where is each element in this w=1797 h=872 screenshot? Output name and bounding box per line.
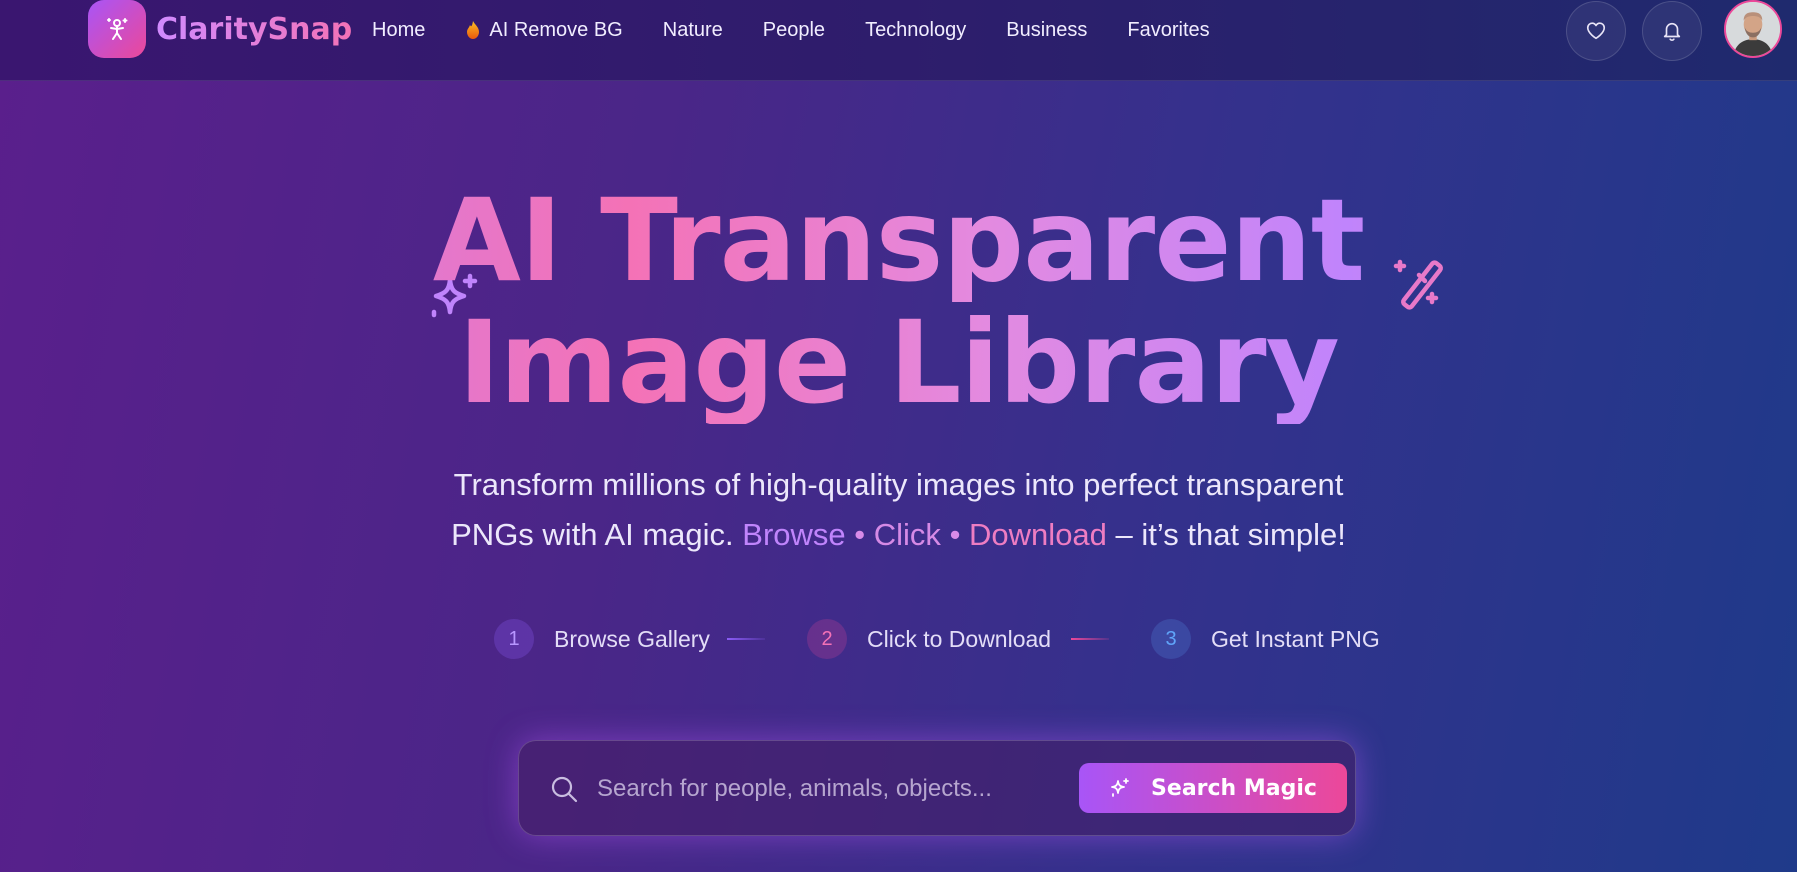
hero-subtitle-dot-2: • <box>949 517 961 552</box>
hero-subtitle-prefix: PNGs with AI magic. <box>451 517 734 552</box>
steps-row: 1 Browse Gallery 2 Click to Download 3 G… <box>0 618 1797 660</box>
step-number: 1 <box>494 619 534 659</box>
flame-icon <box>467 21 480 39</box>
step-1: 1 Browse Gallery <box>494 618 710 660</box>
nav-ai-remove-bg-label: AI Remove BG <box>489 18 623 41</box>
top-navbar: ClaritySnap Home AI Remove BG Nature Peo… <box>0 0 1797 81</box>
nav-business[interactable]: Business <box>1006 19 1087 42</box>
search-input[interactable] <box>597 767 1057 811</box>
search-bar: Search Magic <box>518 740 1356 836</box>
main-nav: Home AI Remove BG Nature People Technolo… <box>372 18 1250 42</box>
hero-title: AI Transparent Image Library <box>0 180 1797 424</box>
logo-badge[interactable] <box>88 0 146 58</box>
sparkles-icon <box>1111 778 1129 797</box>
hero-title-line-2: Image Library <box>0 302 1797 424</box>
magic-wand-icon <box>1393 259 1443 310</box>
nav-technology[interactable]: Technology <box>865 19 966 42</box>
nav-favorites[interactable]: Favorites <box>1127 19 1209 42</box>
step-connector <box>727 638 765 640</box>
step-label: Get Instant PNG <box>1211 625 1380 652</box>
user-avatar[interactable] <box>1724 0 1782 58</box>
step-label: Browse Gallery <box>554 625 710 652</box>
nav-ai-remove-bg[interactable]: AI Remove BG <box>465 18 623 42</box>
hero-subtitle-browse: Browse <box>742 517 846 552</box>
step-label: Click to Download <box>867 625 1052 652</box>
hero-subtitle-line-1: Transform millions of high-quality image… <box>453 467 1344 502</box>
nav-people[interactable]: People <box>763 19 825 42</box>
avatar-photo <box>1726 2 1780 56</box>
search-magic-button-label: Search Magic <box>1151 775 1317 801</box>
step-2: 2 Click to Download <box>807 618 1051 660</box>
step-number: 2 <box>807 619 847 659</box>
bell-icon <box>1663 22 1681 41</box>
step-number: 3 <box>1151 619 1191 659</box>
person-sparkle-icon <box>107 18 128 40</box>
hero-subtitle-click: Click <box>873 517 941 552</box>
hero-subtitle-download: Download <box>969 517 1107 552</box>
step-connector <box>1071 638 1109 640</box>
favorites-button[interactable] <box>1566 1 1626 61</box>
nav-nature[interactable]: Nature <box>663 19 723 42</box>
nav-home[interactable]: Home <box>372 19 425 42</box>
search-magic-button[interactable]: Search Magic <box>1079 763 1347 813</box>
hero-subtitle-suffix: – it’s that simple! <box>1115 517 1346 552</box>
notifications-button[interactable] <box>1642 1 1702 61</box>
heart-icon <box>1586 22 1606 40</box>
step-3: 3 Get Instant PNG <box>1151 618 1380 660</box>
hero-subtitle-line-2: PNGs with AI magic. Browse • Click • Dow… <box>0 510 1797 560</box>
hero-title-line-1: AI Transparent <box>0 180 1797 302</box>
hero-subtitle-dot-1: • <box>854 517 866 552</box>
search-icon <box>551 776 578 803</box>
hero-subtitle: Transform millions of high-quality image… <box>0 460 1797 560</box>
brand-name[interactable]: ClaritySnap <box>156 12 352 47</box>
